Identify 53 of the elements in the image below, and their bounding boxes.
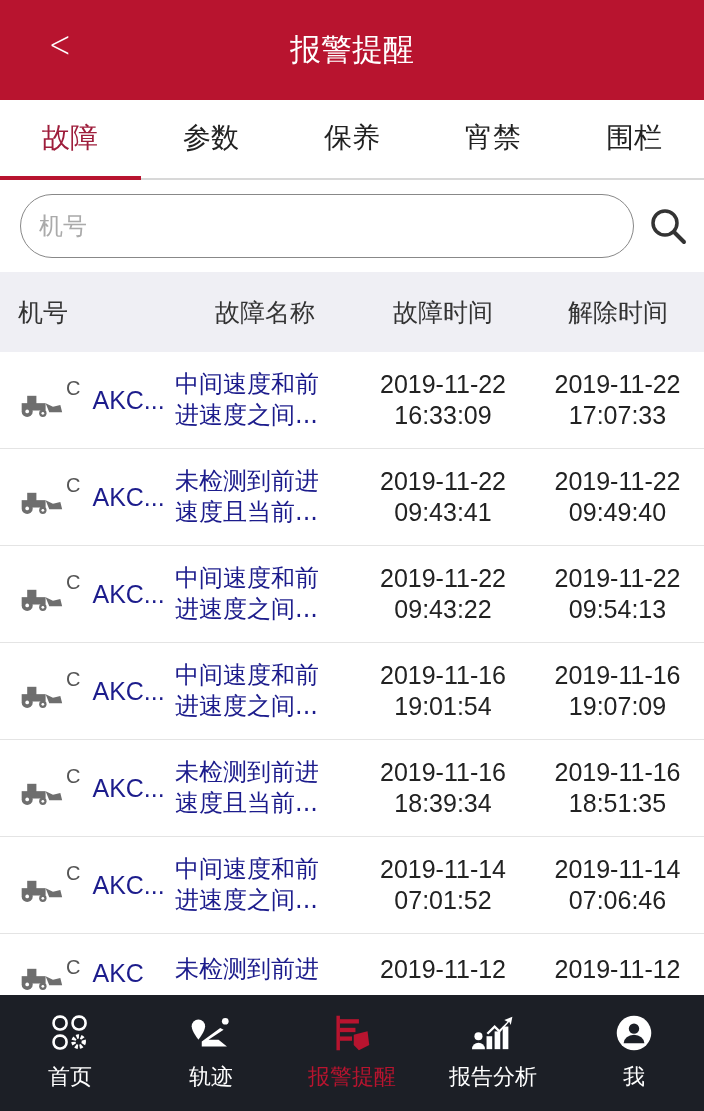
fault-time: 2019-11-14 07:01:52 xyxy=(379,854,507,916)
nav-item[interactable]: 报告分析 xyxy=(422,995,564,1111)
type-letter: C xyxy=(66,668,81,691)
clear-time: 2019-11-12 xyxy=(553,954,682,985)
fault-name[interactable]: 中间速度和前 进速度之间... xyxy=(175,660,355,722)
fault-name[interactable]: 未检测到前进 速度且当前... xyxy=(175,757,355,819)
machine-number[interactable]: AKC... xyxy=(92,870,165,900)
fault-time: 2019-11-12 xyxy=(379,954,507,985)
fault-name[interactable]: 中间速度和前 进速度之间... xyxy=(175,854,355,916)
fault-time: 2019-11-22 09:43:41 xyxy=(379,466,507,528)
nav-item[interactable]: 我 xyxy=(563,995,704,1111)
clear-time: 2019-11-16 18:51:35 xyxy=(553,757,682,819)
fault-name[interactable]: 中间速度和前 进速度之间... xyxy=(175,563,355,625)
tab[interactable]: 参数 xyxy=(140,100,282,180)
column-header: 故障名称 xyxy=(214,296,316,329)
clear-time: 2019-11-14 07:06:46 xyxy=(553,854,682,916)
tab[interactable]: 故障 xyxy=(0,100,141,180)
fault-time: 2019-11-16 19:01:54 xyxy=(379,660,507,722)
type-letter: C xyxy=(66,474,81,497)
fault-time: 2019-11-22 09:43:22 xyxy=(379,563,507,625)
machine-number[interactable]: AKC... xyxy=(92,579,165,609)
type-letter: C xyxy=(66,956,81,979)
type-letter: C xyxy=(66,377,81,400)
clear-time: 2019-11-22 17:07:33 xyxy=(553,369,682,431)
tab[interactable]: 围栏 xyxy=(563,100,704,180)
fault-name[interactable]: 未检测到前进 速度且当前... xyxy=(175,466,355,528)
machine-number[interactable]: AKC... xyxy=(92,773,165,803)
back-button[interactable]: < xyxy=(43,22,77,66)
nav-item[interactable]: 轨迹 xyxy=(140,995,282,1111)
type-letter: C xyxy=(66,862,81,885)
chart-arrow-icon xyxy=(471,1014,514,1052)
column-header: 解除时间 xyxy=(566,296,669,329)
clear-time: 2019-11-22 09:54:13 xyxy=(553,563,682,625)
search-field[interactable]: 机号 xyxy=(20,194,634,258)
type-letter: C xyxy=(66,765,81,788)
tab[interactable]: 宵禁 xyxy=(422,100,564,180)
fault-name[interactable]: 中间速度和前 进速度之间... xyxy=(175,369,355,431)
fault-name[interactable]: 未检测到前进 xyxy=(175,954,355,985)
fault-time: 2019-11-22 16:33:09 xyxy=(379,369,507,431)
machine-number[interactable]: AKC... xyxy=(92,676,165,706)
clear-time: 2019-11-16 19:07:09 xyxy=(553,660,682,722)
page-title: 报警提醒 xyxy=(290,30,414,69)
machine-number[interactable]: AKC xyxy=(92,958,144,988)
type-letter: C xyxy=(66,571,81,594)
tab[interactable]: 保养 xyxy=(281,100,423,180)
machine-number[interactable]: AKC... xyxy=(92,482,165,512)
search-icon[interactable] xyxy=(648,206,688,246)
column-header: 故障时间 xyxy=(392,296,494,329)
machine-number[interactable]: AKC... xyxy=(92,385,165,415)
fault-time: 2019-11-16 18:39:34 xyxy=(379,757,507,819)
clear-time: 2019-11-22 09:49:40 xyxy=(553,466,682,528)
nav-item[interactable]: 首页 xyxy=(0,995,141,1111)
column-header: 机号 xyxy=(17,296,69,329)
